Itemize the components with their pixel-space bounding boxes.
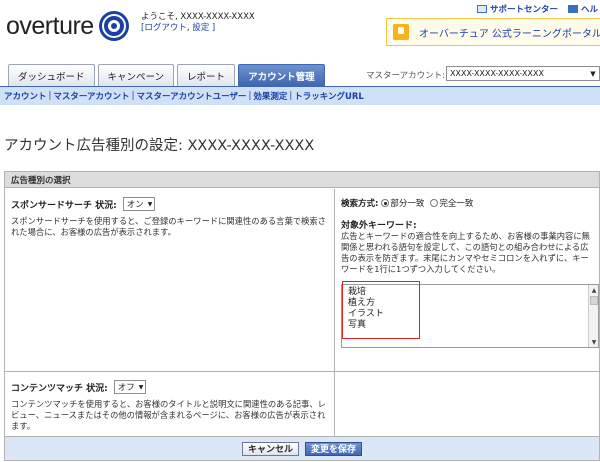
- sponsored-search-status-select[interactable]: オン ▼: [122, 197, 156, 211]
- chevron-down-icon: ▼: [590, 69, 596, 78]
- page-title: アカウント広告種別の設定: XXXX-XXXX-XXXX: [4, 138, 315, 154]
- welcome-block: ようこそ, XXXX-XXXX-XXXX [ログアウト, 設定 ]: [141, 12, 255, 33]
- match-exact-radio[interactable]: [430, 199, 439, 207]
- match-type-label: 検索方式:: [341, 199, 379, 209]
- help-icon: [567, 5, 578, 13]
- logo-text: overture: [6, 11, 94, 40]
- tab-campaign[interactable]: キャンペーン: [97, 64, 175, 86]
- subnav-master-account-users[interactable]: マスターアカウントユーザー: [136, 90, 246, 102]
- welcome-text: ようこそ, XXXX-XXXX-XXXX: [141, 12, 255, 22]
- match-partial-radio[interactable]: [381, 199, 390, 207]
- match-type-row: 検索方式: 部分一致 完全一致: [341, 197, 593, 209]
- content-match-label: コンテンツマッチ 状況:: [11, 383, 108, 394]
- content-match-section: コンテンツマッチ 状況: オフ ▼ コンテンツマッチを使用すると、お客様のタイト…: [5, 372, 599, 437]
- banner-text: オーバーチュア 公式ラーニングポータル: [419, 28, 600, 40]
- panel-header: 広告種別の選択: [5, 172, 599, 188]
- negative-keywords-textarea[interactable]: 栽培 植え方 イラスト 写真 ▲ ▼: [341, 281, 599, 348]
- sponsored-search-label: スポンサードサーチ 状況:: [11, 200, 117, 211]
- overture-logo-icon: [98, 11, 129, 41]
- negative-keywords-title: 対象外キーワード:: [341, 221, 417, 231]
- settings-link[interactable]: 設定 ]: [192, 23, 215, 33]
- scroll-thumb[interactable]: [590, 296, 598, 305]
- sponsored-search-section: スポンサードサーチ 状況: オン ▼ スポンサードサーチを使用すると、ご登録のキ…: [5, 189, 599, 372]
- logout-link[interactable]: [ログアウト: [141, 23, 187, 33]
- content-match-status-select[interactable]: オフ ▼: [113, 380, 147, 394]
- ad-type-panel: 広告種別の選択 スポンサードサーチ 状況: オン ▼ スポンサードサーチを使用す…: [4, 171, 600, 461]
- support-center-link[interactable]: サポートセンター: [476, 3, 558, 15]
- subnav-account[interactable]: アカウント: [4, 90, 47, 102]
- match-exact-label[interactable]: 完全一致: [439, 197, 473, 209]
- action-bar: キャンセル 変更を保存: [5, 437, 599, 460]
- subnav-conversion-tracking[interactable]: 効果測定: [253, 90, 287, 102]
- master-account-label: マスターアカウント:: [366, 71, 446, 81]
- overture-logo[interactable]: overture: [6, 8, 130, 44]
- sponsored-search-description: スポンサードサーチを使用すると、ご登録のキーワードに関連性のある言葉で検索された…: [11, 216, 326, 237]
- sub-navigation: アカウント | マスターアカウント | マスターアカウントユーザー | 効果測定…: [0, 86, 600, 105]
- save-changes-button[interactable]: 変更を保存: [305, 441, 363, 456]
- chevron-down-icon: ▼: [147, 200, 153, 208]
- cancel-button[interactable]: キャンセル: [241, 441, 299, 456]
- scroll-up-icon[interactable]: ▲: [589, 285, 599, 295]
- envelope-icon: [476, 5, 487, 13]
- tab-dashboard[interactable]: ダッシュボード: [8, 64, 95, 86]
- content-match-description: コンテンツマッチを使用すると、お客様のタイトルと説明文に関連性のある記事、レビュ…: [11, 399, 326, 431]
- subnav-master-account[interactable]: マスターアカウント: [53, 90, 129, 102]
- chevron-down-icon: ▼: [138, 383, 144, 391]
- subnav-tracking-url[interactable]: トラッキングURL: [294, 90, 364, 102]
- negative-keywords-description: 広告とキーワードの適合性を向上するため、お客様の事業内容に無関係と思われる語句を…: [341, 231, 590, 274]
- help-link[interactable]: ヘル: [567, 3, 598, 15]
- highlight-box: [342, 281, 420, 339]
- textarea-scrollbar[interactable]: ▲ ▼: [588, 285, 598, 347]
- top-links: サポートセンター ヘル: [476, 3, 598, 15]
- main-tabs: ダッシュボード キャンペーン レポート アカウント管理: [8, 64, 325, 86]
- learning-portal-banner[interactable]: オーバーチュア 公式ラーニングポータル: [386, 18, 600, 46]
- tab-account-management[interactable]: アカウント管理: [238, 64, 325, 86]
- match-partial-label[interactable]: 部分一致: [390, 197, 424, 209]
- scroll-down-icon[interactable]: ▼: [589, 337, 599, 347]
- tab-report[interactable]: レポート: [177, 64, 236, 86]
- portal-icon: [393, 24, 409, 40]
- master-account-select[interactable]: XXXX-XXXX-XXXX-XXXX ▼: [446, 66, 600, 81]
